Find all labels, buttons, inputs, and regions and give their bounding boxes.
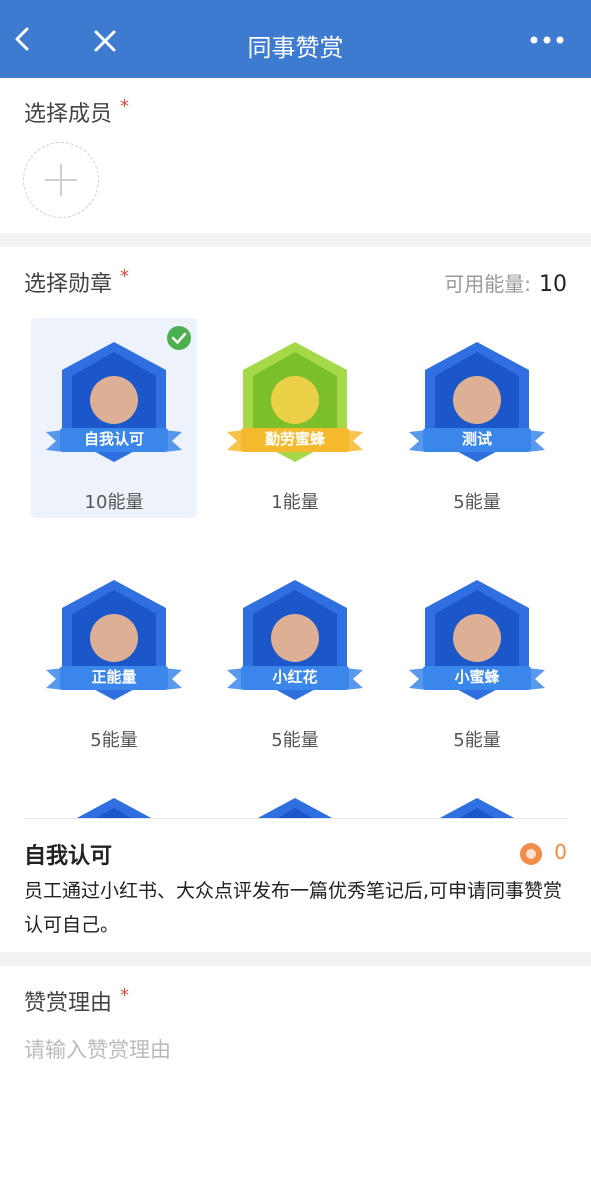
energy-label: 可用能量: bbox=[444, 272, 531, 296]
add-member-button[interactable] bbox=[23, 142, 99, 218]
energy-value: 10 bbox=[539, 272, 567, 297]
medal-cost: 1能量 bbox=[271, 492, 319, 513]
required-mark: * bbox=[120, 985, 130, 1006]
medal-cost: 5能量 bbox=[453, 492, 501, 513]
medal-item[interactable]: 自我认可 10能量 bbox=[31, 318, 197, 518]
medal-cost: 10能量 bbox=[84, 492, 144, 513]
medal-cost: 5能量 bbox=[453, 730, 501, 751]
medal-name: 测试 bbox=[461, 430, 492, 448]
medal-name: 小红花 bbox=[272, 668, 318, 686]
member-label: 选择成员 bbox=[24, 102, 113, 127]
reason-section-label: 赞赏理由 * bbox=[24, 985, 129, 1017]
person-hat-icon bbox=[76, 798, 152, 818]
medal-cost: 5能量 bbox=[90, 730, 138, 751]
required-mark: * bbox=[120, 96, 130, 117]
medal-name: 小蜜蜂 bbox=[454, 668, 500, 686]
section-divider bbox=[0, 952, 591, 966]
more-dots-icon[interactable] bbox=[529, 30, 565, 50]
coin-value: 0 bbox=[554, 840, 567, 864]
graduate-icon bbox=[439, 798, 515, 818]
medal-detail-title: 自我认可 bbox=[24, 844, 113, 869]
plus-icon bbox=[44, 163, 77, 196]
medal-name: 自我认可 bbox=[83, 430, 144, 448]
medal-section-label: 选择勋章 * bbox=[24, 266, 129, 298]
medal-item[interactable]: 小红花 5能量 bbox=[212, 556, 378, 756]
divider bbox=[24, 818, 567, 819]
reason-input[interactable]: 请输入赞赏理由 bbox=[24, 1034, 171, 1064]
trophy-icon bbox=[257, 798, 333, 818]
medal-description: 员工通过小红书、大众点评发布一篇优秀笔记后,可申请同事赞赏认可自己。 bbox=[24, 880, 563, 936]
section-divider bbox=[0, 233, 591, 247]
coin-icon bbox=[520, 842, 543, 865]
member-section-label: 选择成员 * bbox=[24, 96, 129, 128]
required-mark: * bbox=[120, 266, 130, 287]
medal-cost: 5能量 bbox=[271, 730, 319, 751]
coin-count: 0 bbox=[520, 840, 567, 865]
available-energy: 可用能量: 10 bbox=[444, 268, 567, 297]
medal-name: 正能量 bbox=[91, 668, 137, 686]
medal-item[interactable] bbox=[31, 774, 197, 818]
nav-bar: 同事赞赏 bbox=[0, 0, 591, 78]
medal-item[interactable]: 正能量 5能量 bbox=[31, 556, 197, 756]
page-title: 同事赞赏 bbox=[247, 34, 344, 62]
medal-item[interactable] bbox=[212, 774, 378, 818]
medal-label: 选择勋章 bbox=[24, 272, 113, 297]
reason-label: 赞赏理由 bbox=[24, 991, 113, 1016]
check-icon bbox=[167, 326, 191, 350]
medal-item[interactable]: 小蜜蜂 5能量 bbox=[394, 556, 560, 756]
medal-item[interactable]: 测试 5能量 bbox=[394, 318, 560, 518]
medal-item[interactable]: 勤劳蜜蜂 1能量 bbox=[212, 318, 378, 518]
medal-name: 勤劳蜜蜂 bbox=[264, 430, 325, 448]
medal-grid: 自我认可 10能量 勤劳蜜蜂 1能量 测试 5能量 正能量 5能量 小红花 5能量 小蜜蜂 5能量 bbox=[0, 318, 591, 818]
medal-item[interactable] bbox=[394, 774, 560, 818]
